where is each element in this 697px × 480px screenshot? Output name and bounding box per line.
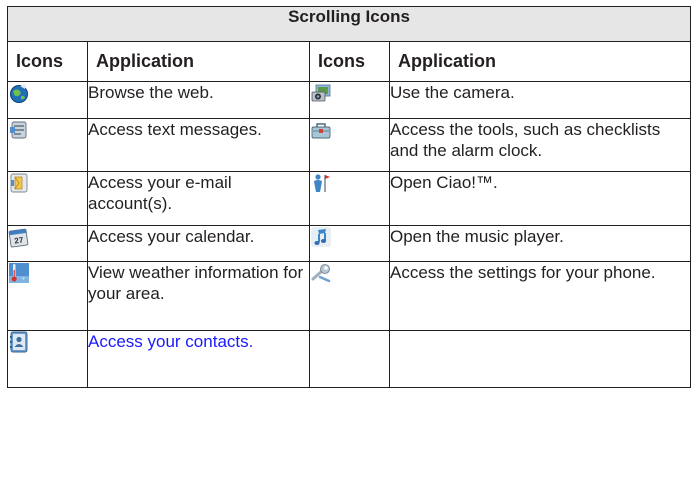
table-row: Access your e-mail account(s). Open Ciao…	[7, 171, 692, 226]
contacts-icon[interactable]	[8, 331, 30, 353]
header-icons-right: Icons	[309, 41, 390, 82]
table-row: °F View weather information for your are…	[7, 261, 692, 331]
header-row: Icons Application Icons Application	[7, 41, 692, 82]
scrolling-icons-table: Scrolling Icons Icons Application Icons …	[6, 6, 692, 388]
table-row: Access text messages. Access the tools, …	[7, 118, 692, 172]
settings-wrench-icon[interactable]	[310, 262, 332, 284]
table-row: Browse the web. Use the camera.	[7, 81, 692, 119]
empty-cell	[388, 330, 692, 388]
weather-icon[interactable]: °F	[8, 262, 30, 284]
list-item-text: Browse the web.	[87, 81, 310, 119]
contacts-link[interactable]: Access your contacts.	[87, 330, 310, 388]
empty-cell	[309, 330, 390, 388]
header-application-right: Application	[388, 41, 692, 82]
email-icon[interactable]	[8, 172, 30, 194]
list-item-text: Use the camera.	[388, 81, 692, 119]
list-item-text: Access text messages.	[87, 118, 310, 172]
list-item-text: View weather information for your area.	[87, 261, 310, 331]
svg-text:°F: °F	[21, 276, 26, 281]
list-item-text: Access your calendar.	[87, 225, 310, 262]
list-item-text: Access the settings for your phone.	[388, 261, 692, 331]
calendar-icon[interactable]: 27	[8, 226, 30, 248]
music-icon[interactable]	[310, 226, 332, 248]
header-icons-left: Icons	[7, 41, 88, 82]
ciao-icon[interactable]	[310, 172, 332, 194]
list-item-text: Access the tools, such as checklists and…	[388, 118, 692, 172]
calendar-day-number: 27	[14, 235, 25, 245]
list-item-text: Access your e-mail account(s).	[87, 171, 310, 226]
globe-icon[interactable]	[8, 82, 30, 104]
table-row: 27 Access your calendar. Open the music …	[7, 225, 692, 262]
table-title: Scrolling Icons	[6, 6, 692, 42]
camera-icon[interactable]	[310, 82, 332, 104]
list-item-text: Open Ciao!™.	[388, 171, 692, 226]
messages-icon[interactable]	[8, 119, 30, 141]
header-application-left: Application	[87, 41, 310, 82]
table-row: Access your contacts.	[7, 330, 692, 388]
toolbox-icon[interactable]	[310, 119, 332, 141]
list-item-text: Open the music player.	[388, 225, 692, 262]
